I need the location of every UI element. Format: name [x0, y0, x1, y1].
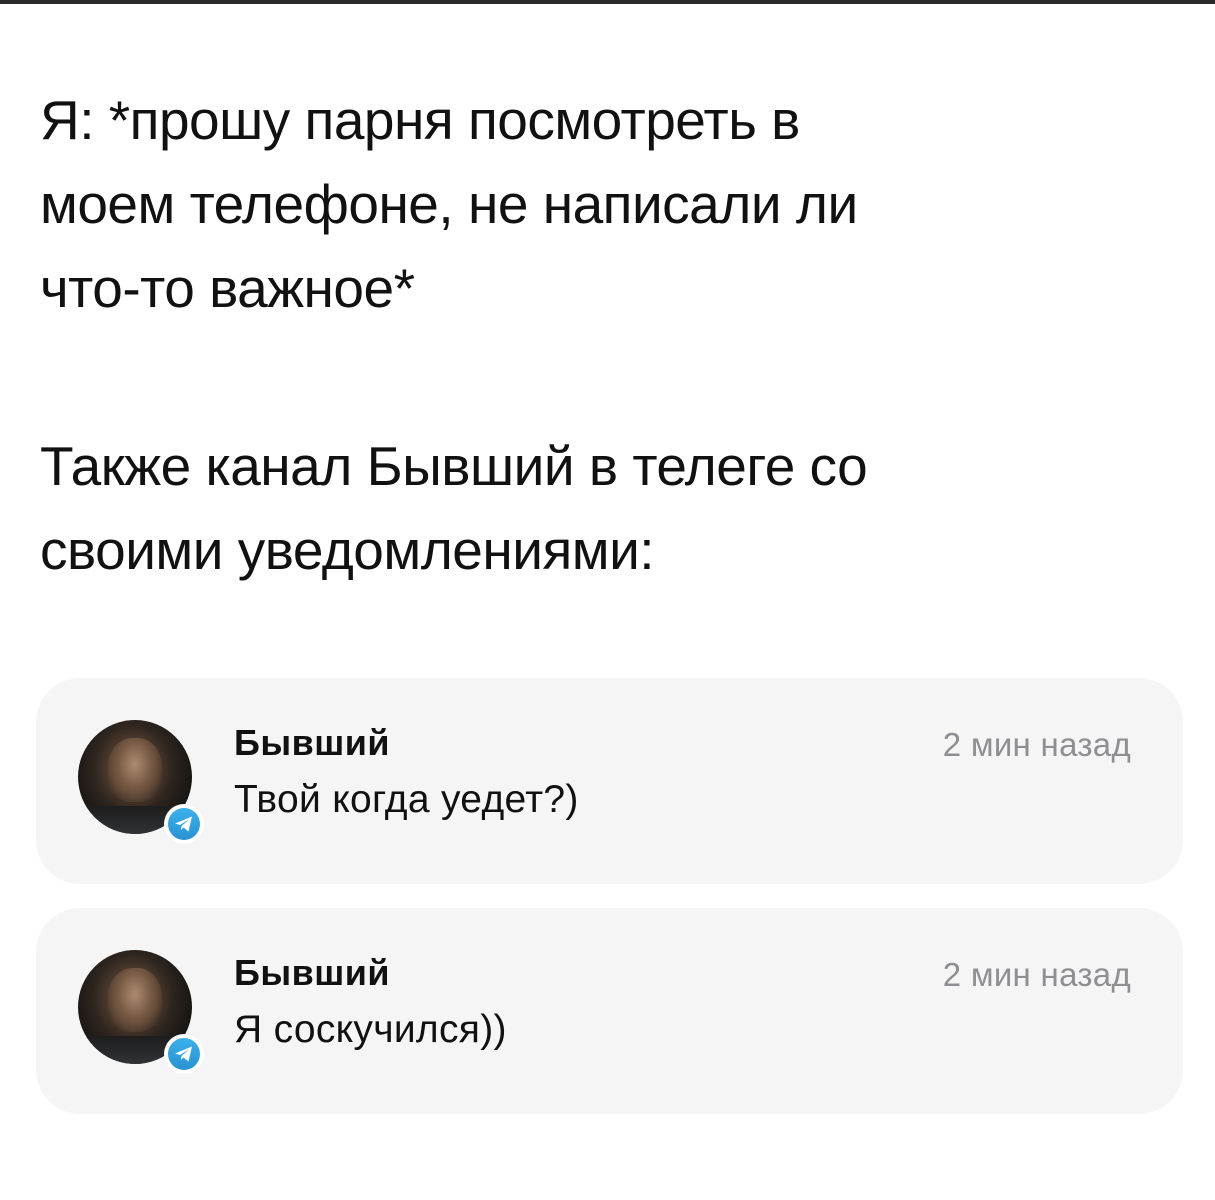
caption-text-1: Я: *прошу парня посмотреть в моем телефо… — [40, 89, 858, 319]
timestamp: 2 мин назад — [942, 956, 1131, 993]
caption-text-2: Также канал Бывший в телеге со своими ув… — [40, 435, 868, 581]
telegram-icon — [164, 804, 204, 844]
sender-name: Бывший — [234, 952, 391, 993]
message-preview: Я соскучился)) — [234, 1008, 507, 1051]
message-preview: Твой когда уедет?) — [234, 778, 579, 821]
notification-card[interactable]: Бывший Твой когда уедет?) 2 мин назад — [36, 678, 1183, 884]
notification-card[interactable]: Бывший Я соскучился)) 2 мин назад — [36, 908, 1183, 1114]
timestamp: 2 мин назад — [942, 726, 1131, 763]
sender-name: Бывший — [234, 722, 391, 763]
top-border — [0, 0, 1215, 4]
telegram-icon — [164, 1034, 204, 1074]
